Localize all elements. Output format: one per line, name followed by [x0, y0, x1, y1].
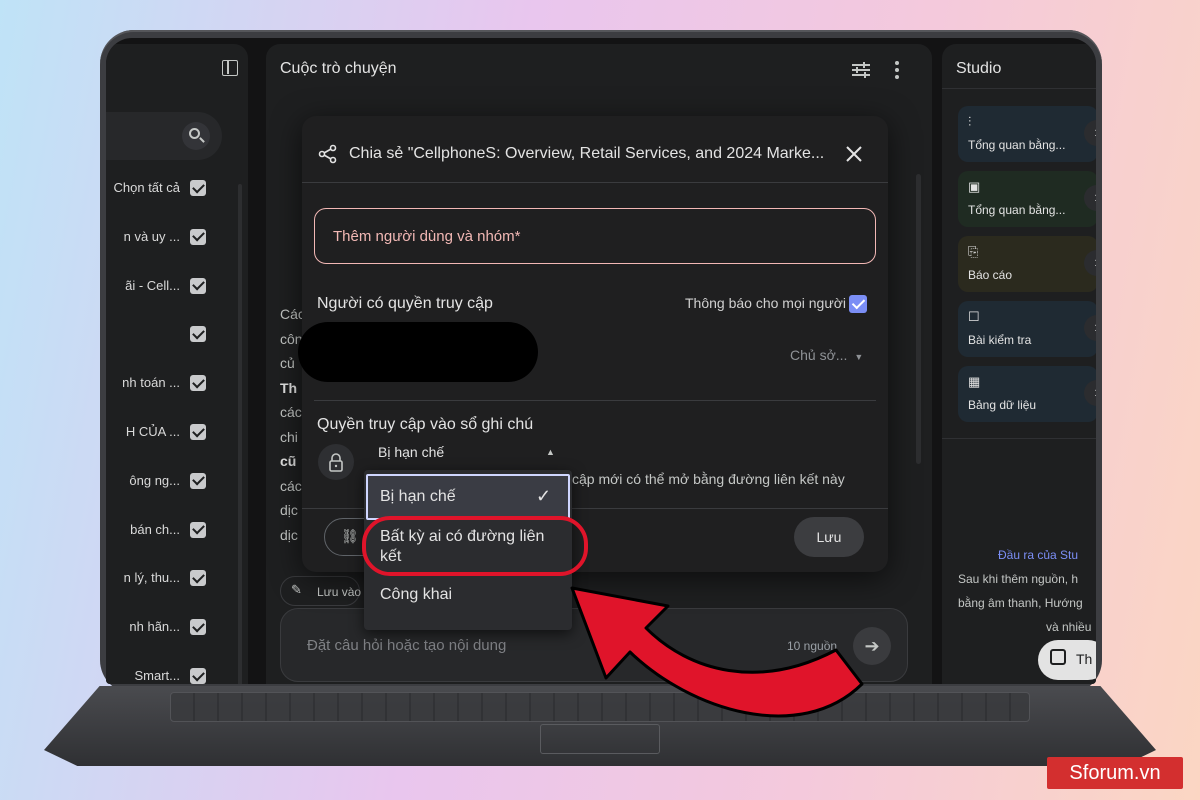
annotation-highlight-oval	[362, 516, 588, 576]
annotation-arrow-icon	[570, 586, 864, 718]
annotation-overlay	[362, 516, 864, 718]
watermark-text: Sforum.vn	[1069, 761, 1161, 784]
watermark-logo: Sforum.vn	[1047, 757, 1183, 789]
